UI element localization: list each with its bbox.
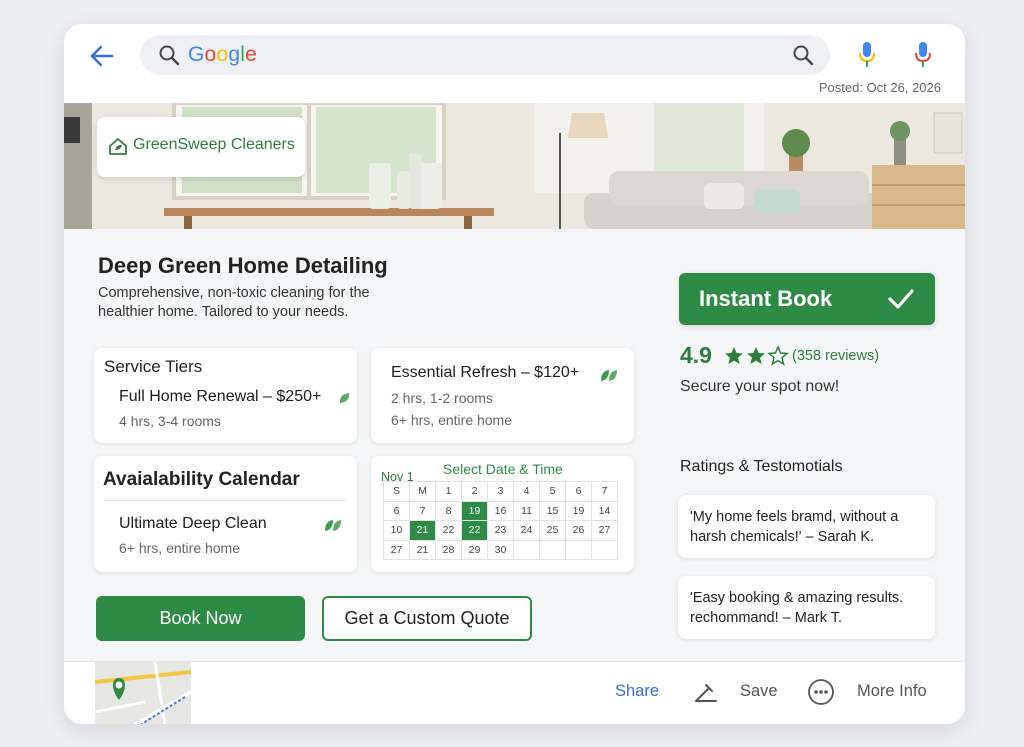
calendar-day[interactable]: 28 xyxy=(435,539,462,560)
calendar-day[interactable]: 29 xyxy=(461,539,488,560)
calendar-day[interactable]: 16 xyxy=(487,500,514,521)
star-rating-icon xyxy=(725,346,789,366)
leaf-icon xyxy=(601,370,617,381)
calendar-day: 6 xyxy=(565,481,592,502)
tier-detail: 2 hrs, 1-2 rooms xyxy=(391,390,493,406)
save-button[interactable]: Save xyxy=(740,682,778,701)
calendar-day[interactable]: 22 xyxy=(461,520,488,541)
calendar-day xyxy=(513,539,540,560)
calendar-day xyxy=(565,539,592,560)
calendar-day[interactable]: 11 xyxy=(513,500,540,521)
company-logo: GreenSweep Cleaners xyxy=(97,117,305,177)
book-now-button[interactable]: Book Now xyxy=(96,596,305,641)
check-icon xyxy=(888,289,914,309)
calendar-day[interactable]: 8 xyxy=(435,500,462,521)
search-submit-icon[interactable] xyxy=(792,44,814,66)
search-icon xyxy=(159,45,180,66)
calendar-day[interactable]: 27 xyxy=(591,520,618,541)
instant-book-button[interactable]: Instant Book xyxy=(679,273,935,325)
house-leaf-icon xyxy=(109,138,127,155)
instant-book-label: Instant Book xyxy=(699,286,833,311)
calendar-day[interactable]: 19 xyxy=(565,500,592,521)
essential-refresh-panel[interactable]: Essential Refresh – $120+ 2 hrs, 1-2 roo… xyxy=(371,348,634,443)
voice-search-icon[interactable] xyxy=(912,40,934,70)
calendar-grid: S M 1 2 3 4 5 6 7 6 7 8 19 16 11 15 19 14 10 21 22 22 23 24 25 26… xyxy=(383,481,618,560)
calendar-day: 7 xyxy=(591,481,618,502)
calendar-day: 3 xyxy=(487,481,514,502)
calendar-day[interactable]: 21 xyxy=(409,539,436,560)
calendar-weekday: M xyxy=(409,481,436,502)
footer-bar: Share Save More Info xyxy=(64,661,965,724)
calendar-title: Select Date & Time xyxy=(443,461,563,477)
search-bar[interactable]: Google xyxy=(140,35,830,75)
testimonial-card: 'My home feels bramd, without a harsh ch… xyxy=(678,495,935,558)
calendar-day[interactable]: 30 xyxy=(487,539,514,560)
testimonials-heading: Ratings & Testomotials xyxy=(680,458,843,475)
listing-card: Google Posted: Oct 26, 2026 GreenSweep C… xyxy=(64,24,965,724)
secure-spot-text: Secure your spot now! xyxy=(680,378,840,395)
custom-quote-button[interactable]: Get a Custom Quote xyxy=(322,596,532,641)
calendar-day[interactable]: 10 xyxy=(383,520,410,541)
calendar-day[interactable]: 6 xyxy=(383,500,410,521)
microphone-icon[interactable] xyxy=(856,40,878,70)
more-info-button[interactable]: More Info xyxy=(857,682,927,701)
more-options-icon[interactable] xyxy=(807,678,835,706)
calendar-weekday: S xyxy=(383,481,410,502)
tier-name[interactable]: Ultimate Deep Clean xyxy=(119,515,267,533)
hero-image: GreenSweep Cleaners xyxy=(64,103,965,229)
testimonial-card: 'Easy booking & amazing results. rechomm… xyxy=(678,576,935,639)
calendar-day[interactable]: 15 xyxy=(539,500,566,521)
share-button[interactable]: Share xyxy=(615,682,659,701)
service-tiers-heading: Service Tiers xyxy=(104,357,203,376)
tier-name[interactable]: Full Home Renewal – $250+ xyxy=(119,388,321,406)
google-logo-text: Google xyxy=(188,43,257,66)
service-title: Deep Green Home Detailing xyxy=(98,253,388,278)
calendar-day: 2 xyxy=(461,481,488,502)
map-thumbnail[interactable] xyxy=(95,662,191,724)
leaf-icon xyxy=(325,520,341,531)
calendar-day[interactable]: 22 xyxy=(435,520,462,541)
save-pencil-icon[interactable] xyxy=(692,679,718,705)
calendar-day[interactable]: 27 xyxy=(383,539,410,560)
calendar-day[interactable]: 19 xyxy=(461,500,488,521)
calendar-day[interactable]: 7 xyxy=(409,500,436,521)
calendar-day[interactable]: 25 xyxy=(539,520,566,541)
service-tiers-panel: Service Tiers Full Home Renewal – $250+ … xyxy=(94,348,357,443)
calendar-day[interactable]: 26 xyxy=(565,520,592,541)
review-count[interactable]: (358 reviews) xyxy=(792,348,879,364)
posted-date: Posted: Oct 26, 2026 xyxy=(818,80,941,95)
calendar-day[interactable]: 21 xyxy=(409,520,436,541)
service-subtitle: Comprehensive, non-toxic cleaning for th… xyxy=(98,285,370,320)
availability-panel: Avaialability Calendar Ultimate Deep Cle… xyxy=(94,456,357,572)
tier-detail-secondary: 6+ hrs, entire home xyxy=(391,412,513,428)
calendar-day: 4 xyxy=(513,481,540,502)
availability-heading: Avaialability Calendar xyxy=(103,469,300,490)
back-arrow-icon[interactable] xyxy=(86,42,118,70)
calendar-day: 5 xyxy=(539,481,566,502)
calendar-day[interactable]: 23 xyxy=(487,520,514,541)
company-name: GreenSweep Cleaners xyxy=(133,136,295,153)
map-pin-icon xyxy=(95,662,191,724)
leaf-icon xyxy=(339,393,350,403)
calendar-day xyxy=(539,539,566,560)
tier-detail: 6+ hrs, entire home xyxy=(119,540,241,556)
calendar-day: 1 xyxy=(435,481,462,502)
rating-value: 4.9 xyxy=(680,342,712,368)
divider xyxy=(104,500,347,501)
calendar-day[interactable]: 24 xyxy=(513,520,540,541)
calendar-day[interactable]: 14 xyxy=(591,500,618,521)
tier-name: Essential Refresh – $120+ xyxy=(391,364,580,381)
calendar-day xyxy=(591,539,618,560)
calendar-panel: Nov 1 Select Date & Time S M 1 2 3 4 5 6 7 6 7 8 19 1… xyxy=(371,456,634,572)
top-bar: Google Posted: Oct 26, 2026 xyxy=(64,24,965,103)
tier-detail: 4 hrs, 3-4 rooms xyxy=(119,413,221,429)
